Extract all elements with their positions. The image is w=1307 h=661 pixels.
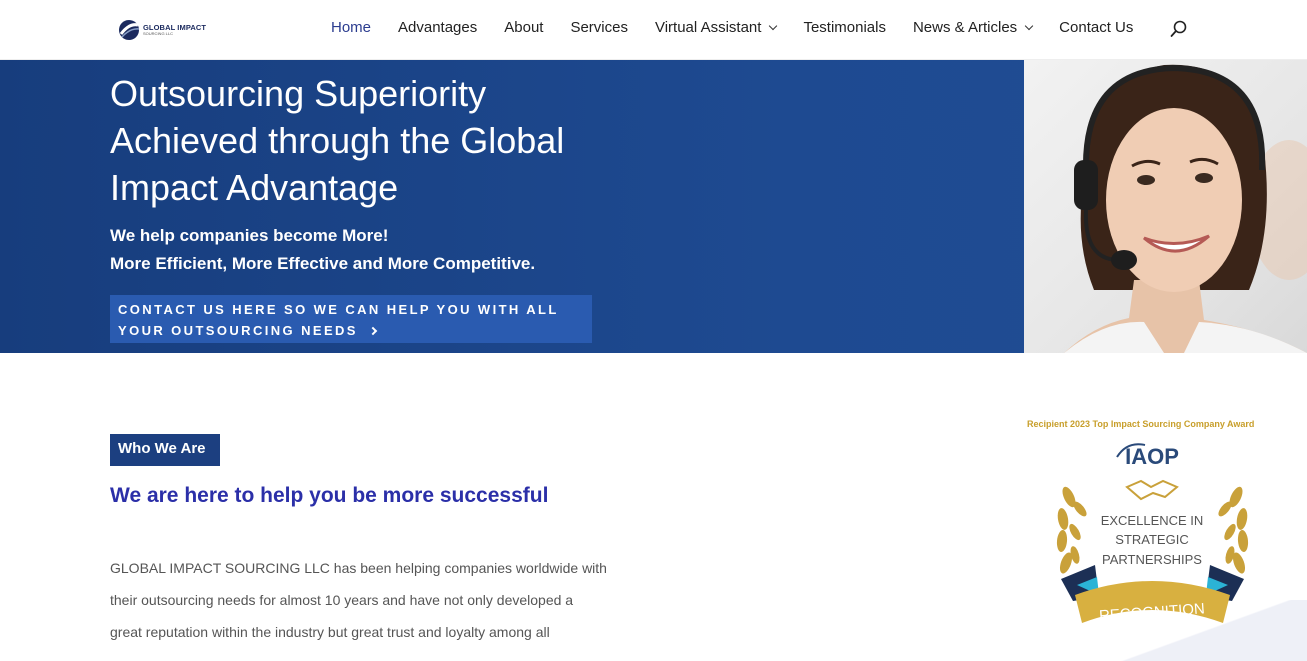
- award-org: IAOP: [1125, 444, 1179, 469]
- paragraph-line: their outsourcing needs for almost 10 ye…: [110, 592, 574, 608]
- nav-virtual-assistant[interactable]: Virtual Assistant: [654, 19, 778, 36]
- hero-banner: Outsourcing Superiority Achieved through…: [0, 60, 1307, 353]
- logo-swoosh-icon: [119, 20, 140, 40]
- logo[interactable]: GLOBAL IMPACT SOURCING LLC: [118, 18, 208, 42]
- contact-cta-button[interactable]: CONTACT US HERE SO WE CAN HELP YOU WITH …: [110, 295, 592, 343]
- chevron-down-icon: [1024, 21, 1034, 30]
- nav-contact-us[interactable]: Contact Us: [1059, 19, 1133, 36]
- hero-title-line: Impact Advantage: [110, 167, 399, 208]
- logo-subtitle: SOURCING LLC: [143, 31, 174, 37]
- nav-virtual-assistant-label: Virtual Assistant: [654, 19, 762, 36]
- hero-subtitle-line: We help companies become More!: [110, 226, 389, 245]
- nav-testimonials[interactable]: Testimonials: [803, 19, 886, 36]
- main-nav: Home Advantages About Services Virtual A…: [331, 19, 1160, 36]
- award-line: EXCELLENCE IN: [1101, 513, 1204, 528]
- hero-title: Outsourcing Superiority Achieved through…: [110, 70, 630, 211]
- paragraph-line: great reputation within the industry but…: [110, 624, 550, 640]
- chevron-down-icon: [769, 21, 778, 30]
- nav-advantages[interactable]: Advantages: [398, 19, 477, 36]
- who-we-are-badge: Who We Are: [110, 434, 220, 466]
- hero-subtitle-line: More Efficient, More Effective and More …: [110, 254, 536, 273]
- decorative-corner: [1120, 600, 1307, 661]
- site-header: GLOBAL IMPACT SOURCING LLC Home Advantag…: [0, 0, 1307, 60]
- award-line: STRATEGIC: [1115, 532, 1188, 547]
- nav-news-articles[interactable]: News & Articles: [912, 19, 1034, 36]
- nav-contact-us-label: Contact Us: [1059, 19, 1134, 36]
- nav-advantages-label: Advantages: [398, 19, 478, 36]
- nav-services-label: Services: [570, 19, 628, 36]
- nav-news-articles-label: News & Articles: [912, 19, 1018, 36]
- nav-home[interactable]: Home: [331, 19, 371, 36]
- paragraph-line: GLOBAL IMPACT SOURCING LLC has been help…: [110, 560, 607, 576]
- search-icon[interactable]: [1170, 20, 1188, 38]
- section-heading: We are here to help you be more successf…: [110, 484, 549, 507]
- agent-illustration: [1064, 64, 1307, 353]
- nav-services[interactable]: Services: [570, 19, 628, 36]
- award-line: PARTNERSHIPS: [1102, 552, 1202, 567]
- award-caption: Recipient 2023 Top Impact Sourcing Compa…: [1027, 419, 1255, 429]
- nav-home-label: Home: [331, 19, 372, 36]
- logo-title: GLOBAL IMPACT: [143, 22, 207, 32]
- hero-photo-agent-with-headset: [1024, 60, 1307, 353]
- chevron-right-icon: [368, 326, 378, 336]
- hero-subtitle: We help companies become More! More Effi…: [110, 222, 535, 278]
- nav-about[interactable]: About: [504, 19, 543, 36]
- nav-about-label: About: [504, 19, 544, 36]
- cta-label-line: YOUR OUTSOURCING NEEDS: [118, 323, 358, 338]
- hero-title-line: Outsourcing Superiority: [110, 73, 487, 114]
- nav-testimonials-label: Testimonials: [803, 19, 886, 36]
- cta-label-line: CONTACT US HERE SO WE CAN HELP YOU WITH …: [118, 302, 559, 317]
- about-paragraph: GLOBAL IMPACT SOURCING LLC has been help…: [110, 552, 630, 648]
- hero-title-line: Achieved through the Global: [110, 120, 565, 161]
